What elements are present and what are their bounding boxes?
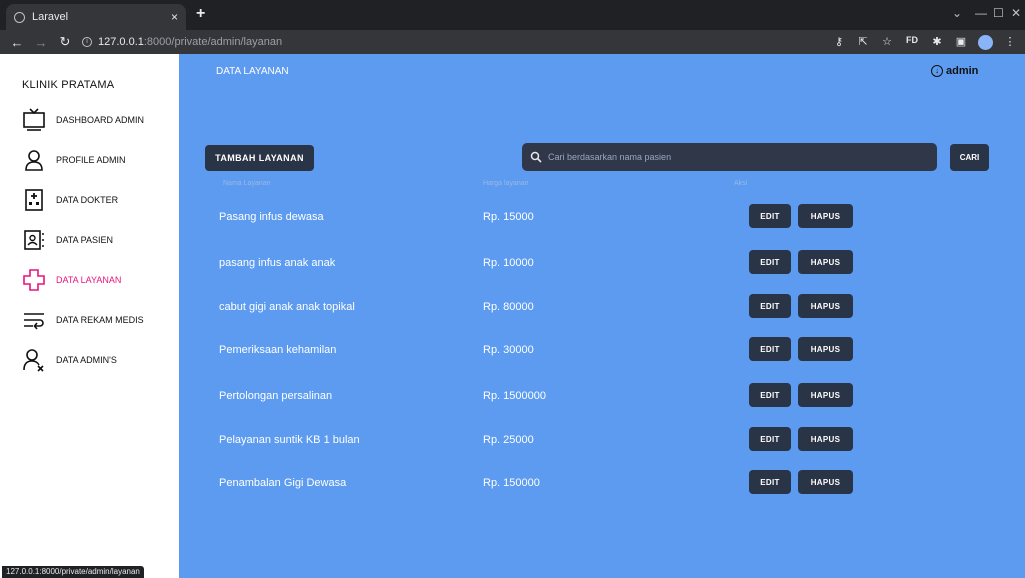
back-icon[interactable]: ←: [10, 35, 24, 50]
edit-button[interactable]: EDIT: [749, 250, 791, 274]
table-row: Pertolongan persalinan Rp. 1500000 EDIT …: [179, 382, 1025, 412]
table-row: Pasang infus dewasa Rp. 15000 EDIT HAPUS: [179, 203, 1025, 233]
column-header-price: Harga layanan: [483, 180, 529, 187]
service-name: Pasang infus dewasa: [219, 211, 324, 223]
service-name: pasang infus anak anak: [219, 257, 336, 269]
delete-button[interactable]: HAPUS: [798, 250, 853, 274]
service-price: Rp. 1500000: [483, 390, 546, 402]
delete-button[interactable]: HAPUS: [798, 294, 853, 318]
extension-fd-icon[interactable]: FD: [904, 35, 920, 50]
sidebar-item-label: DASHBOARD ADMIN: [56, 115, 145, 125]
service-price: Rp. 80000: [483, 301, 534, 313]
tab-search-icon[interactable]: ⌄: [952, 6, 962, 20]
service-name: Pelayanan suntik KB 1 bulan: [219, 434, 360, 446]
service-name: Pemeriksaan kehamilan: [219, 344, 337, 356]
delete-button[interactable]: HAPUS: [798, 204, 853, 228]
key-icon[interactable]: ⚷: [832, 35, 846, 50]
table-row: cabut gigi anak anak topikal Rp. 80000 E…: [179, 293, 1025, 323]
service-price: Rp. 10000: [483, 257, 534, 269]
service-price: Rp. 30000: [483, 344, 534, 356]
address-bar: ← → ↻ i 127.0.0.1:8000/private/admin/lay…: [0, 30, 1025, 54]
edit-button[interactable]: EDIT: [749, 470, 791, 494]
maximize-icon[interactable]: ☐: [993, 6, 1004, 20]
user-remove-icon: [23, 349, 44, 372]
reload-icon[interactable]: ↻: [58, 34, 72, 50]
sidebar-item-dokter[interactable]: DATA DOKTER: [22, 186, 118, 214]
delete-button[interactable]: HAPUS: [798, 470, 853, 494]
edit-button[interactable]: EDIT: [749, 427, 791, 451]
url-host: 127.0.0.1: [98, 36, 144, 48]
delete-button[interactable]: HAPUS: [798, 427, 853, 451]
user-name: admin: [946, 65, 979, 77]
monitor-icon: [23, 108, 45, 131]
search-input[interactable]: [548, 152, 929, 162]
profile-avatar[interactable]: [978, 35, 993, 50]
medical-cross-icon: [23, 269, 45, 291]
tab-close-icon[interactable]: ×: [171, 10, 178, 24]
sidebar-item-label: DATA LAYANAN: [56, 275, 122, 285]
globe-icon: [14, 11, 25, 23]
puzzle-icon[interactable]: ✱: [930, 35, 944, 50]
service-name: cabut gigi anak anak topikal: [219, 301, 355, 313]
share-icon[interactable]: ⇱: [856, 35, 870, 50]
brand-title: KLINIK PRATAMA: [22, 79, 115, 91]
delete-button[interactable]: HAPUS: [798, 337, 853, 361]
edit-button[interactable]: EDIT: [749, 383, 791, 407]
search-button[interactable]: CARI: [950, 144, 989, 171]
add-service-button[interactable]: TAMBAH LAYANAN: [205, 145, 314, 171]
table-row: Pemeriksaan kehamilan Rp. 30000 EDIT HAP…: [179, 336, 1025, 366]
url-path: :8000/private/admin/layanan: [143, 36, 283, 48]
sidebar-item-pasien[interactable]: DATA PASIEN: [22, 226, 113, 254]
new-tab-icon[interactable]: +: [196, 5, 205, 23]
sidebar-item-label: PROFILE ADMIN: [56, 155, 126, 165]
sidebar-item-dashboard[interactable]: DASHBOARD ADMIN: [22, 106, 144, 134]
url-field[interactable]: i 127.0.0.1:8000/private/admin/layanan: [82, 36, 282, 48]
column-header-name: Nama Layanan: [223, 180, 271, 187]
contact-book-icon: [24, 230, 44, 250]
user-icon: [25, 150, 43, 171]
sidebar-item-label: DATA REKAM MEDIS: [56, 315, 144, 325]
table-row: Pelayanan suntik KB 1 bulan Rp. 25000 ED…: [179, 426, 1025, 456]
sidepanel-icon[interactable]: ▣: [954, 35, 968, 50]
edit-button[interactable]: EDIT: [749, 204, 791, 228]
search-box: [522, 143, 937, 171]
close-window-icon[interactable]: ✕: [1011, 6, 1021, 20]
minimize-icon[interactable]: —: [975, 6, 987, 20]
service-price: Rp. 25000: [483, 434, 534, 446]
edit-button[interactable]: EDIT: [749, 337, 791, 361]
browser-toolbar: ⚷ ⇱ ☆ FD ✱ ▣ ⋮: [832, 35, 1017, 50]
star-icon[interactable]: ☆: [880, 35, 894, 50]
main-content: DATA LAYANAN ↓ admin TAMBAH LAYANAN CARI…: [179, 54, 1025, 578]
user-menu[interactable]: ↓ admin: [931, 65, 978, 77]
browser-tab-bar: Laravel × + ⌄ — ☐ ✕: [0, 0, 1025, 30]
delete-button[interactable]: HAPUS: [798, 383, 853, 407]
hospital-icon: [25, 189, 43, 211]
sidebar-item-profile[interactable]: PROFILE ADMIN: [22, 146, 126, 174]
sidebar: KLINIK PRATAMA DASHBOARD ADMIN PROFILE A…: [0, 54, 179, 578]
sidebar-item-layanan[interactable]: DATA LAYANAN: [22, 266, 121, 294]
table-row: Penambalan Gigi Dewasa Rp. 150000 EDIT H…: [179, 469, 1025, 499]
browser-tab[interactable]: Laravel ×: [6, 4, 186, 30]
search-icon: [530, 151, 542, 163]
sidebar-item-rekam-medis[interactable]: DATA REKAM MEDIS: [22, 306, 144, 334]
service-name: Pertolongan persalinan: [219, 390, 333, 402]
service-price: Rp. 15000: [483, 211, 534, 223]
service-name: Penambalan Gigi Dewasa: [219, 477, 347, 489]
edit-button[interactable]: EDIT: [749, 294, 791, 318]
forward-icon[interactable]: →: [34, 35, 48, 50]
records-icon: [24, 313, 44, 330]
chevron-down-circle-icon: ↓: [931, 65, 943, 77]
info-icon[interactable]: i: [82, 37, 92, 47]
table-row: pasang infus anak anak Rp. 10000 EDIT HA…: [179, 249, 1025, 279]
column-header-action: Aksi: [734, 180, 748, 187]
sidebar-item-label: DATA PASIEN: [56, 235, 114, 245]
sidebar-item-label: DATA ADMIN'S: [56, 355, 117, 365]
sidebar-item-label: DATA DOKTER: [56, 195, 119, 205]
service-price: Rp. 150000: [483, 477, 540, 489]
tab-title: Laravel: [32, 11, 69, 23]
status-bar-url: 127.0.0.1:8000/private/admin/layanan: [2, 566, 144, 578]
sidebar-item-admins[interactable]: DATA ADMIN'S: [22, 346, 117, 374]
page-title: DATA LAYANAN: [216, 66, 289, 77]
menu-icon[interactable]: ⋮: [1003, 35, 1017, 50]
